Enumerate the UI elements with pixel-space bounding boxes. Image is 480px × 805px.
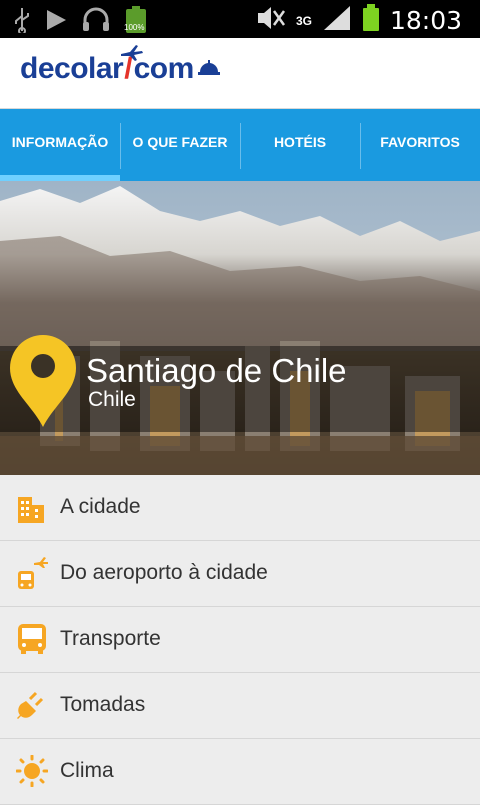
- destination-city: Santiago de Chile: [86, 352, 347, 389]
- menu-item-do-aeroporto[interactable]: Do aeroporto à cidade: [0, 541, 480, 607]
- plug-icon: [16, 689, 48, 721]
- battery-percent: 100%: [124, 23, 145, 32]
- tab-o-que-fazer[interactable]: O QUE FAZER: [120, 109, 240, 181]
- airport-bus-icon: [16, 557, 48, 589]
- hotel-bell-icon: [197, 59, 220, 80]
- clock: 18:03: [389, 6, 462, 35]
- menu-item-transporte[interactable]: Transporte: [0, 607, 480, 673]
- menu-item-label: A cidade: [60, 495, 141, 518]
- menu-item-tomadas[interactable]: Tomadas: [0, 673, 480, 739]
- tab-favoritos[interactable]: FAVORITOS: [360, 109, 480, 181]
- status-bar: 100% 3G 18:03: [0, 0, 480, 38]
- menu-item-clima[interactable]: Clima: [0, 739, 480, 805]
- logo-text-part1: decolar: [20, 52, 124, 85]
- network-type: 3G: [295, 13, 312, 28]
- menu-item-label: Do aeroporto à cidade: [60, 561, 268, 584]
- menu-item-label: Clima: [60, 759, 114, 782]
- tab-hoteis[interactable]: HOTÉIS: [240, 109, 360, 181]
- menu-item-label: Tomadas: [60, 693, 146, 716]
- menu-item-label: Transporte: [60, 627, 161, 650]
- signal-icon: [322, 4, 352, 37]
- app-header: decolar / com: [0, 38, 480, 109]
- mute-vibrate-icon: [254, 5, 286, 36]
- airplane-logo-icon: [120, 44, 144, 67]
- info-menu-list: A cidade Do aeroporto à cidade Transport…: [0, 475, 480, 805]
- headphones-icon: [82, 7, 110, 38]
- tab-informacao[interactable]: INFORMAÇÃO: [0, 109, 120, 181]
- building-icon: [16, 491, 48, 523]
- sun-icon: [15, 754, 49, 788]
- menu-item-a-cidade[interactable]: A cidade: [0, 475, 480, 541]
- tab-bar: INFORMAÇÃO O QUE FAZER HOTÉIS FAVORITOS: [0, 109, 480, 181]
- battery-small-icon: 100%: [124, 6, 148, 39]
- location-pin-icon: [8, 333, 78, 429]
- destination-country: Chile: [88, 388, 136, 411]
- usb-icon: [14, 7, 30, 38]
- bus-icon: [16, 623, 48, 655]
- battery-icon: [362, 4, 380, 37]
- destination-hero: Santiago de Chile Chile: [0, 181, 480, 475]
- play-icon: [44, 8, 68, 37]
- app-logo[interactable]: decolar / com: [20, 45, 220, 86]
